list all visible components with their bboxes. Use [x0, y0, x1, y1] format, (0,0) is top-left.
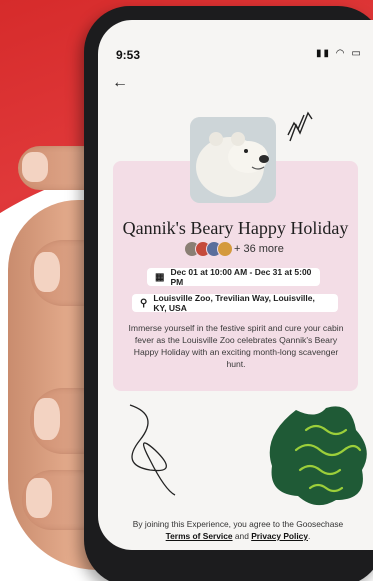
event-description: Immerse yourself in the festive spirit a… — [128, 323, 344, 369]
avatar — [217, 241, 233, 257]
green-pattern-blob — [269, 406, 367, 506]
polar-bear-image — [190, 117, 276, 203]
event-date-range: Dec 01 at 10:00 AM - Dec 31 at 5:00 PM — [170, 267, 312, 287]
status-icons: ▮▮ ◠ ▭ — [316, 48, 363, 59]
zigzag-doodle — [287, 111, 313, 142]
terms-of-service-link[interactable]: Terms of Service — [166, 531, 233, 541]
phone-screen: 9:53 ▮▮ ◠ ▭ ← Qannik's Beary Happy Holid… — [98, 20, 373, 550]
back-arrow-icon[interactable]: ← — [112, 74, 128, 92]
wifi-icon: ◠ — [335, 48, 347, 59]
event-date-pill: ▦ Dec 01 at 10:00 AM - Dec 31 at 5:00 PM — [147, 267, 320, 287]
signal-icon: ▮▮ — [316, 48, 332, 59]
event-image — [190, 117, 276, 203]
status-time: 9:53 — [116, 48, 141, 62]
status-bar: 9:53 ▮▮ ◠ ▭ — [98, 20, 373, 62]
footer-and: and — [234, 531, 249, 541]
privacy-policy-link[interactable]: Privacy Policy — [251, 531, 308, 541]
finger-nail — [34, 398, 60, 440]
battery-icon: ▭ — [351, 48, 363, 59]
location-pin-icon: ⚲ — [140, 297, 148, 309]
finger-nail — [34, 252, 60, 292]
squiggle-doodle — [129, 404, 176, 496]
footer-period: . — [308, 531, 311, 541]
event-title: Qannik's Beary Happy Holiday — [122, 218, 349, 238]
footer-text: By joining this Experience, you agree to… — [132, 519, 344, 529]
finger-nail — [22, 152, 48, 182]
participants-more-count: + 36 more — [234, 243, 284, 255]
finger-nail — [26, 478, 52, 518]
calendar-icon: ▦ — [155, 271, 165, 283]
event-location: Louisville Zoo, Trevilian Way, Louisvill… — [153, 293, 315, 313]
event-location-pill[interactable]: ⚲ Louisville Zoo, Trevilian Way, Louisvi… — [132, 293, 338, 313]
footer-agreement: By joining this Experience, you agree to… — [113, 518, 363, 542]
